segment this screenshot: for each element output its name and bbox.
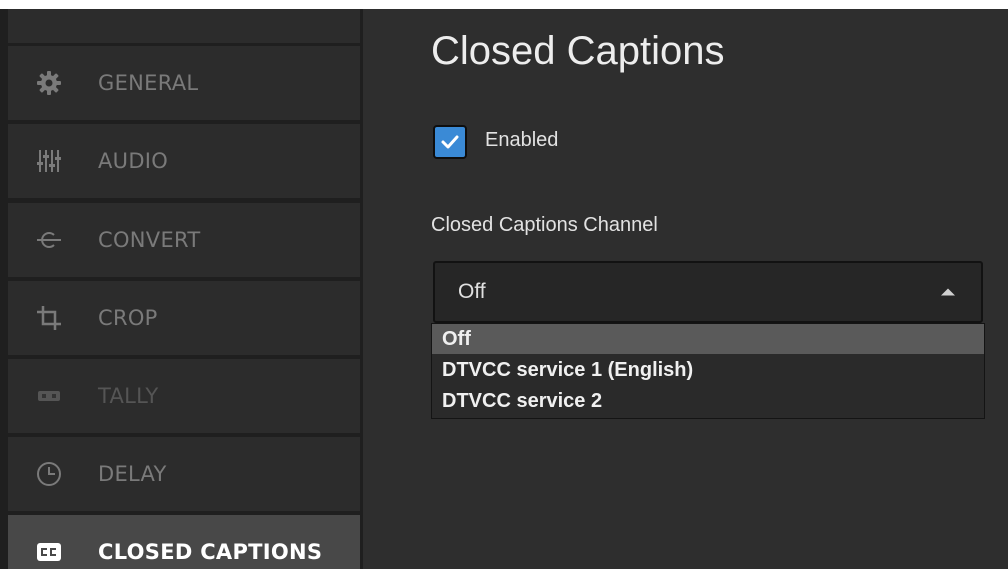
- sidebar-item-label: TALLY: [98, 384, 159, 408]
- channel-select[interactable]: Off: [433, 261, 983, 323]
- dropdown-option[interactable]: Off: [432, 324, 984, 354]
- sidebar: GENERAL AUDIO CONVERT CROP TALLY DELAY C…: [0, 9, 363, 569]
- sidebar-item-label: CONVERT: [98, 228, 201, 252]
- sidebar-item-crop[interactable]: CROP: [8, 281, 360, 355]
- channel-dropdown-list: Off DTVCC service 1 (English) DTVCC serv…: [431, 323, 985, 419]
- sidebar-item-label: CROP: [98, 306, 158, 330]
- clock-icon: [36, 461, 62, 487]
- page-title: Closed Captions: [431, 29, 725, 73]
- channel-label: Closed Captions Channel: [431, 214, 658, 236]
- enabled-label[interactable]: Enabled: [485, 129, 558, 152]
- settings-panel: Closed Captions Enabled Closed Captions …: [363, 9, 1008, 569]
- sidebar-item-general[interactable]: GENERAL: [8, 46, 360, 120]
- gear-icon: [36, 70, 62, 96]
- sidebar-item-label: CLOSED CAPTIONS: [98, 540, 323, 564]
- sliders-icon: [36, 148, 62, 174]
- sidebar-item-closed-captions[interactable]: CLOSED CAPTIONS: [8, 515, 360, 569]
- sidebar-item-label: GENERAL: [98, 71, 199, 95]
- sidebar-item-label: AUDIO: [98, 149, 169, 173]
- cc-icon: [36, 539, 62, 565]
- settings-window: GENERAL AUDIO CONVERT CROP TALLY DELAY C…: [0, 0, 1008, 569]
- dropdown-option[interactable]: DTVCC service 2: [432, 386, 984, 416]
- sidebar-item-convert[interactable]: CONVERT: [8, 203, 360, 277]
- channel-select-value: Off: [458, 280, 486, 303]
- sidebar-item-tally[interactable]: TALLY: [8, 359, 360, 433]
- chevron-up-icon: [941, 288, 955, 296]
- sidebar-item-delay[interactable]: DELAY: [8, 437, 360, 511]
- sidebar-item-audio[interactable]: AUDIO: [8, 124, 360, 198]
- sidebar-item-partial[interactable]: [8, 9, 360, 43]
- crop-icon: [36, 305, 62, 331]
- dropdown-option[interactable]: DTVCC service 1 (English): [432, 355, 984, 385]
- convert-icon: [36, 227, 62, 253]
- tally-icon: [36, 383, 62, 409]
- sidebar-item-label: DELAY: [98, 462, 167, 486]
- checkmark-icon: [441, 135, 459, 149]
- enabled-checkbox[interactable]: [433, 125, 467, 159]
